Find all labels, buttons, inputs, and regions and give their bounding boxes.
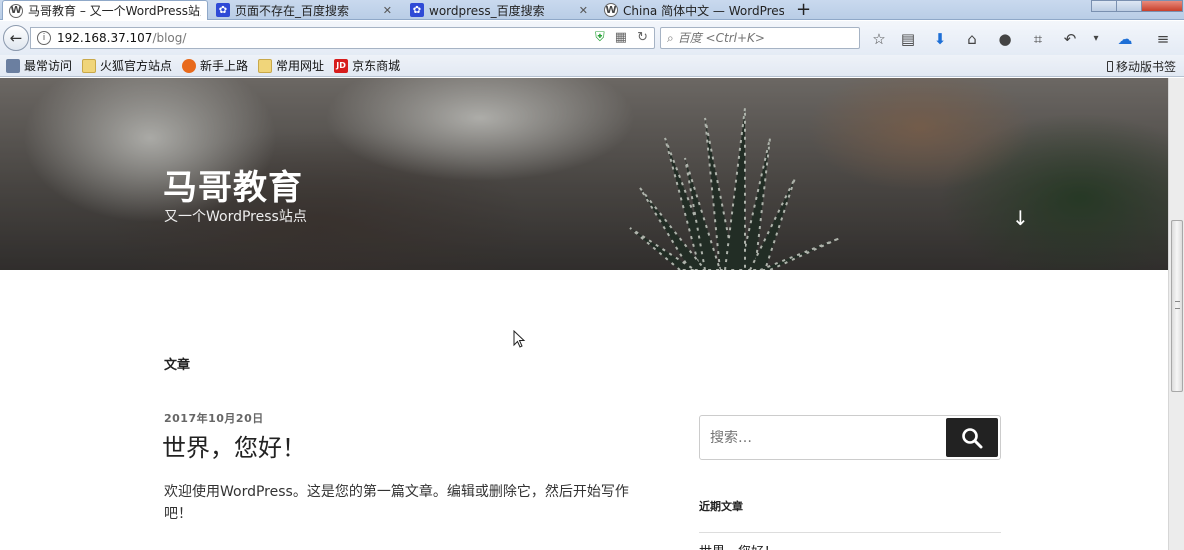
tab-baidu-404[interactable]: ✿ 页面不存在_百度搜索 ✕	[210, 0, 398, 20]
sidebar-search-input[interactable]	[710, 429, 940, 446]
sidebar-search-form	[699, 415, 1001, 460]
screenshot-icon[interactable]: ⌗	[1028, 29, 1048, 49]
header-image: 马哥教育 又一个WordPress站点 ↓	[0, 78, 1168, 270]
baidu-paw-icon: ✿	[410, 3, 424, 17]
download-icon[interactable]: ⬇	[930, 29, 950, 49]
post-date[interactable]: 2017年10月20日	[164, 410, 264, 426]
shield-icon[interactable]: ⛨	[595, 30, 605, 45]
close-icon[interactable]: ✕	[383, 4, 392, 17]
search-icon	[962, 427, 983, 448]
tab-wordpress-home[interactable]: W 马哥教育 – 又一个WordPress站点	[2, 0, 208, 20]
folder-icon	[82, 58, 97, 73]
recent-post-link[interactable]: 世界，您好！	[699, 541, 777, 550]
bookmark-jd[interactable]: JD 京东商城	[334, 57, 400, 74]
divider	[699, 532, 1001, 533]
url-path: /blog/	[152, 31, 187, 45]
post-title[interactable]: 世界，您好！	[162, 428, 306, 463]
bookmark-getting-started[interactable]: 新手上路	[182, 57, 248, 74]
bookmark-label: 火狐官方站点	[100, 59, 173, 73]
url-text: 192.168.37.107/blog/	[57, 31, 186, 45]
site-description: 又一个WordPress站点	[164, 209, 307, 225]
scroll-down-arrow-icon[interactable]: ↓	[1012, 206, 1029, 230]
qr-code-icon[interactable]: ▦	[615, 30, 627, 45]
post-excerpt: 欢迎使用WordPress。这是您的第一篇文章。编辑或删除它，然后开始写作吧！	[164, 484, 629, 522]
mobile-bookmarks-label: 移动版书签	[1115, 60, 1176, 74]
site-info-icon[interactable]: i	[37, 31, 51, 45]
firefox-icon	[182, 58, 197, 73]
bookmark-most-visited[interactable]: 最常访问	[6, 57, 72, 74]
url-bar[interactable]: i 192.168.37.107/blog/ ⛨ ▦ ↻	[30, 27, 655, 49]
bookmark-common-sites[interactable]: 常用网址	[258, 57, 324, 74]
tab-strip: W 马哥教育 – 又一个WordPress站点 ✿ 页面不存在_百度搜索 ✕ ✿…	[0, 0, 1184, 20]
minimize-button[interactable]	[1091, 0, 1117, 12]
bookmark-label: 常用网址	[276, 59, 325, 73]
mouse-cursor-icon	[513, 330, 526, 348]
back-arrow-icon: ←	[9, 29, 23, 47]
close-window-button[interactable]	[1141, 0, 1183, 12]
back-button[interactable]: ←	[3, 25, 29, 51]
navigation-toolbar: ← i 192.168.37.107/blog/ ⛨ ▦ ↻ ⌕ ☆ ▤ ⬇ ⌂…	[0, 21, 1184, 55]
reading-list-icon[interactable]: ▤	[898, 29, 918, 49]
undo-dropdown-icon[interactable]: ▾	[1086, 29, 1106, 49]
tab-title: 页面不存在_百度搜索	[235, 3, 350, 18]
tab-wordpress-china[interactable]: W China 简体中文 — WordPress	[598, 0, 790, 20]
posts-section-label: 文章	[164, 358, 191, 373]
chat-icon[interactable]: ●	[995, 29, 1015, 49]
bookmark-label: 京东商城	[352, 59, 401, 73]
tab-title: China 简体中文 — WordPress	[623, 3, 784, 18]
page-viewport: 马哥教育 又一个WordPress站点 ↓ 文章 2017年10月20日 世界，…	[0, 78, 1168, 550]
folder-icon	[258, 58, 273, 73]
bookmark-star-icon[interactable]: ☆	[869, 29, 889, 49]
new-tab-button[interactable]: +	[796, 0, 811, 20]
window-controls	[1091, 0, 1183, 12]
search-bar[interactable]: ⌕	[660, 27, 860, 49]
wordpress-icon: W	[9, 3, 23, 18]
sync-icon[interactable]: ☁	[1115, 29, 1135, 49]
tab-title: 马哥教育 – 又一个WordPress站点	[28, 4, 201, 18]
most-visited-icon	[6, 58, 20, 73]
home-icon[interactable]: ⌂	[962, 29, 982, 49]
search-input[interactable]	[677, 31, 848, 45]
bookmark-label: 新手上路	[200, 59, 249, 73]
bookmark-firefox-site[interactable]: 火狐官方站点	[82, 57, 172, 74]
wordpress-icon: W	[604, 3, 618, 17]
close-icon[interactable]: ✕	[579, 4, 588, 17]
search-icon: ⌕	[667, 30, 674, 45]
undo-icon[interactable]: ↶	[1060, 29, 1080, 49]
site-title[interactable]: 马哥教育	[163, 160, 303, 209]
jd-icon: JD	[334, 58, 349, 73]
grip-icon	[1175, 301, 1180, 309]
tab-baidu-wordpress[interactable]: ✿ wordpress_百度搜索 ✕	[404, 0, 594, 20]
url-host: 192.168.37.107	[57, 31, 153, 45]
reload-icon[interactable]: ↻	[637, 30, 648, 45]
menu-icon[interactable]: ≡	[1153, 29, 1173, 49]
mobile-bookmarks[interactable]: 移动版书签	[1106, 58, 1176, 75]
search-submit-button[interactable]	[946, 418, 998, 457]
phone-icon	[1106, 61, 1113, 72]
recent-posts-title: 近期文章	[699, 500, 743, 513]
bookmarks-bar: 最常访问 火狐官方站点 新手上路 常用网址 JD 京东商城 移动版书签	[0, 55, 1184, 77]
bookmark-label: 最常访问	[24, 59, 73, 73]
maximize-button[interactable]	[1116, 0, 1142, 12]
tab-title: wordpress_百度搜索	[429, 3, 545, 18]
vertical-scrollbar[interactable]	[1168, 78, 1184, 550]
scrollbar-thumb[interactable]	[1171, 220, 1183, 392]
baidu-paw-icon: ✿	[216, 3, 230, 17]
